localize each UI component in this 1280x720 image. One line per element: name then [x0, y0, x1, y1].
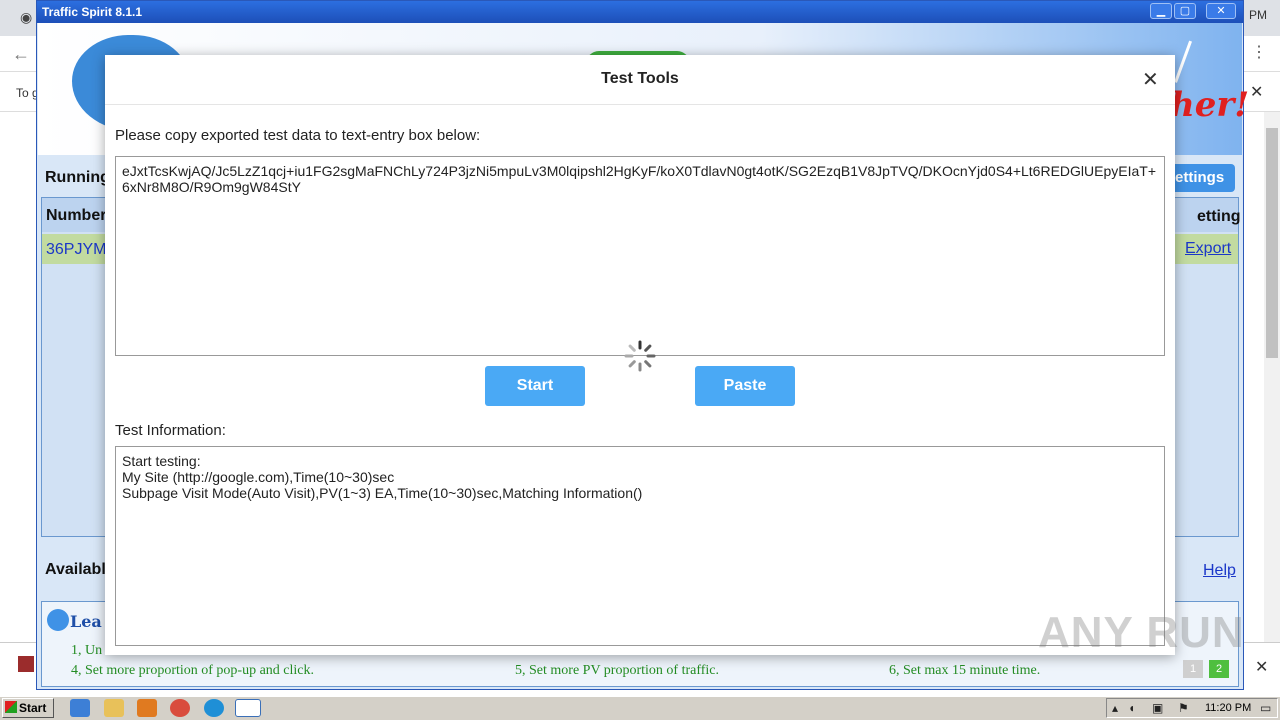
row-number-link[interactable]: 36PJYM [46, 241, 106, 258]
folder-icon[interactable] [104, 699, 124, 717]
show-desktop-icon[interactable]: ▭ [1260, 701, 1271, 715]
dialog-close-icon[interactable]: ✕ [1142, 67, 1159, 92]
traffic-spirit-taskbar-icon[interactable] [235, 699, 261, 717]
browser-scrollbar-thumb[interactable] [1266, 128, 1278, 358]
start-label: Start [19, 701, 47, 715]
app-titlebar: Traffic Spirit 8.1.1 [37, 1, 1243, 23]
flag-icon[interactable]: ⚑ [1178, 701, 1189, 715]
page-button-2[interactable]: 2 [1209, 660, 1229, 678]
windows-logo-icon [5, 701, 17, 713]
paste-button[interactable]: Paste [695, 366, 795, 406]
export-link[interactable]: Export [1185, 240, 1231, 258]
close-button[interactable]: ✕ [1206, 3, 1236, 19]
copy-instruction-label: Please copy exported test data to text-e… [115, 127, 481, 144]
loading-spinner-icon [624, 340, 656, 372]
running-section-label: Running [45, 169, 110, 186]
browser-pm-label: PM [1249, 8, 1267, 22]
test-data-textarea[interactable]: eJxtTcsKwjAQ/Jc5LzZ1qcj+iu1FG2sgMaFNChLy… [115, 156, 1165, 356]
test-information-textarea[interactable]: Start testing: My Site (http://google.co… [115, 446, 1165, 646]
dialog-header: Test Tools ✕ [105, 55, 1175, 105]
tray-expand-icon[interactable]: ▴ [1112, 701, 1118, 715]
infobar-close-icon[interactable]: ✕ [1250, 82, 1263, 102]
ie-icon[interactable] [70, 699, 90, 717]
learn-item: 1, Un [71, 643, 103, 658]
page-button-1[interactable]: 1 [1183, 660, 1203, 678]
windows-taskbar [0, 696, 1280, 720]
edge-icon[interactable] [204, 699, 224, 717]
back-arrow-icon[interactable]: ← [12, 44, 30, 65]
browser-tab-favicon-icon[interactable]: ◉ [20, 9, 32, 26]
start-button[interactable]: Start [485, 366, 585, 406]
app-title: Traffic Spirit 8.1.1 [42, 5, 143, 19]
test-information-label: Test Information: [115, 422, 226, 439]
banner-arrow-icon [1174, 40, 1210, 90]
settings-button[interactable]: ettings [1169, 164, 1235, 192]
help-link[interactable]: Help [1203, 562, 1236, 580]
learn-item: 4, Set more proportion of pop-up and cli… [71, 663, 315, 678]
browser-menu-icon[interactable]: ⋮ [1251, 42, 1267, 62]
maximize-button[interactable]: ▢ [1174, 3, 1196, 19]
learn-item: 5, Set more PV proportion of traffic. [515, 663, 720, 678]
test-tools-dialog: Test Tools ✕ Please copy exported test d… [105, 55, 1175, 655]
column-header-number: Number [46, 207, 107, 224]
anyrun-watermark: ANY RUN [1038, 608, 1245, 657]
media-player-icon[interactable] [137, 699, 157, 717]
minimize-button[interactable]: ▁ [1150, 3, 1172, 19]
chrome-icon[interactable] [170, 699, 190, 717]
learn-title: Lea [70, 612, 102, 631]
network-icon[interactable]: ▣ [1152, 701, 1163, 715]
download-file-icon[interactable] [18, 656, 34, 672]
download-bar-close-icon[interactable]: ✕ [1255, 657, 1268, 677]
dialog-title: Test Tools [601, 70, 679, 87]
available-section-label: Availabl [45, 561, 106, 578]
banner-slogan: her! [1170, 85, 1250, 125]
clock: 11:20 PM [1205, 702, 1252, 714]
learn-icon [47, 609, 69, 631]
volume-icon[interactable]: ◖ [1128, 701, 1135, 715]
learn-item: 6, Set max 15 minute time. [889, 663, 1041, 678]
column-header-setting: etting [1197, 208, 1241, 225]
